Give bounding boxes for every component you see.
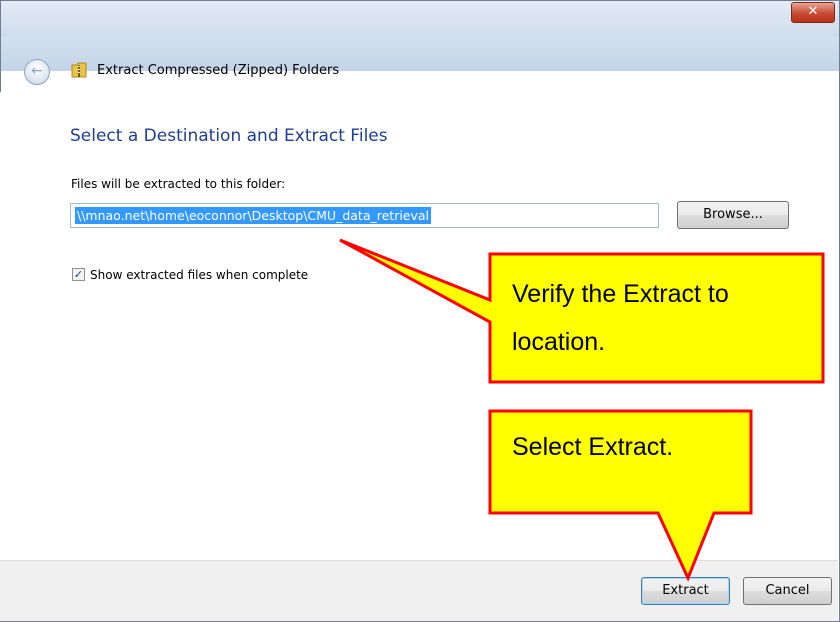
title-bar: ✕ [1,1,839,37]
destination-path-input[interactable]: \\mnao.net\home\eoconnor\Desktop\CMU_dat… [70,203,659,228]
cancel-button[interactable]: Cancel [743,577,832,605]
destination-path-value: \\mnao.net\home\eoconnor\Desktop\CMU_dat… [75,207,432,224]
show-files-label[interactable]: Show extracted files when complete [90,268,308,282]
destination-label: Files will be extracted to this folder: [71,177,286,191]
back-button[interactable]: ← [24,59,50,85]
browse-button[interactable]: Browse... [677,201,789,229]
checkmark-icon: ✓ [73,268,84,281]
show-files-checkbox[interactable]: ✓ [72,268,85,281]
close-button[interactable]: ✕ [791,2,835,23]
back-arrow-icon: ← [31,63,43,79]
close-icon: ✕ [807,4,819,19]
callout-select-extract: Select Extract. [512,433,674,461]
zip-folder-icon [71,62,87,78]
dialog-title: Extract Compressed (Zipped) Folders [97,63,340,78]
callout-verify-location: Verify the Extract to location. [512,280,729,356]
extract-button[interactable]: Extract [641,577,730,605]
page-heading: Select a Destination and Extract Files [70,126,388,146]
